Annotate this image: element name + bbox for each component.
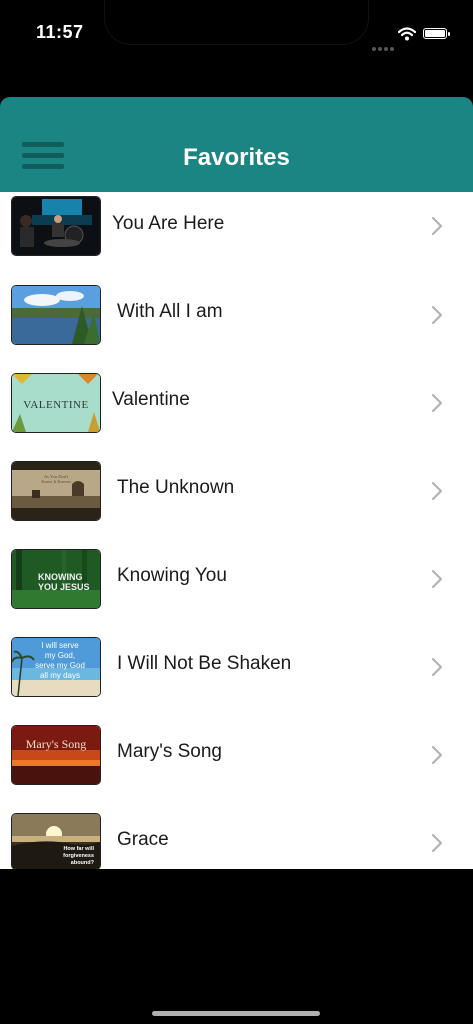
- favorite-title: The Unknown: [117, 477, 235, 498]
- favorite-title: Grace: [117, 829, 169, 850]
- thumb-caption: KNOWING: [38, 572, 83, 582]
- beach-lyrics-thumbnail: I will serve my God, serve my God all my…: [12, 638, 100, 696]
- worship-band-thumbnail: [12, 197, 100, 255]
- status-bar: 11:57: [0, 0, 473, 70]
- favorite-title: You Are Here: [112, 213, 225, 234]
- wifi-icon: [397, 26, 417, 45]
- valentine-banner-thumbnail: VALENTINE: [12, 374, 100, 432]
- thumb-caption: How far will: [63, 846, 94, 852]
- favorite-title: Mary's Song: [117, 741, 223, 762]
- status-time: 11:57: [36, 22, 84, 42]
- lake-landscape-thumbnail: [12, 286, 100, 344]
- favorite-item[interactable]: VALENTINE Valentine: [0, 368, 473, 456]
- green-forest-thumbnail: KNOWING YOU JESUS: [12, 550, 100, 608]
- favorite-item[interactable]: Mary's Song Mary's Song: [0, 720, 473, 808]
- favorite-title: Knowing You: [117, 565, 227, 586]
- thumb-caption: serve my God: [35, 661, 85, 670]
- favorite-item[interactable]: KNOWING YOU JESUS Knowing You: [0, 544, 473, 632]
- thumb-caption: abound?: [71, 860, 95, 866]
- chevron-right-icon: [431, 481, 443, 501]
- chevron-right-icon: [431, 216, 443, 236]
- favorite-item[interactable]: I will serve my God, serve my God all my…: [0, 632, 473, 720]
- chevron-right-icon: [431, 833, 443, 853]
- sunset-hills-thumbnail: How far will forgiveness abound?: [12, 814, 100, 869]
- thumb-caption: Know It Known: [41, 479, 71, 484]
- sepia-field-thumbnail: As You Don't Know It Known: [12, 462, 100, 520]
- app-header: Favorites: [0, 97, 473, 192]
- page-title: Favorites: [183, 144, 290, 171]
- chevron-right-icon: [431, 305, 443, 325]
- device-notch: [105, 0, 368, 44]
- favorite-item[interactable]: You Are Here: [0, 192, 473, 280]
- signal-icon: [372, 36, 396, 55]
- favorites-list: You Are Here With All I am VALENTINE Val…: [0, 192, 473, 869]
- red-sunset-thumbnail: Mary's Song: [12, 726, 100, 784]
- battery-icon: [423, 28, 450, 39]
- thumb-caption: YOU JESUS: [38, 582, 90, 592]
- home-indicator[interactable]: [152, 1011, 320, 1016]
- chevron-right-icon: [431, 393, 443, 413]
- thumb-caption: all my days: [40, 671, 80, 680]
- thumb-caption: forgiveness: [63, 853, 94, 859]
- chevron-right-icon: [431, 745, 443, 765]
- thumb-caption: I will serve: [41, 641, 79, 650]
- chevron-right-icon: [431, 657, 443, 677]
- thumb-caption: my God,: [45, 651, 75, 660]
- favorite-item[interactable]: How far will forgiveness abound? Grace: [0, 808, 473, 869]
- favorite-title: Valentine: [112, 389, 190, 410]
- thumb-caption: VALENTINE: [23, 399, 88, 411]
- favorite-title: With All I am: [117, 301, 223, 322]
- favorite-title: I Will Not Be Shaken: [117, 653, 292, 674]
- favorite-item[interactable]: With All I am: [0, 280, 473, 368]
- chevron-right-icon: [431, 569, 443, 589]
- thumb-caption: Mary's Song: [26, 737, 87, 751]
- favorite-item[interactable]: As You Don't Know It Known The Unknown: [0, 456, 473, 544]
